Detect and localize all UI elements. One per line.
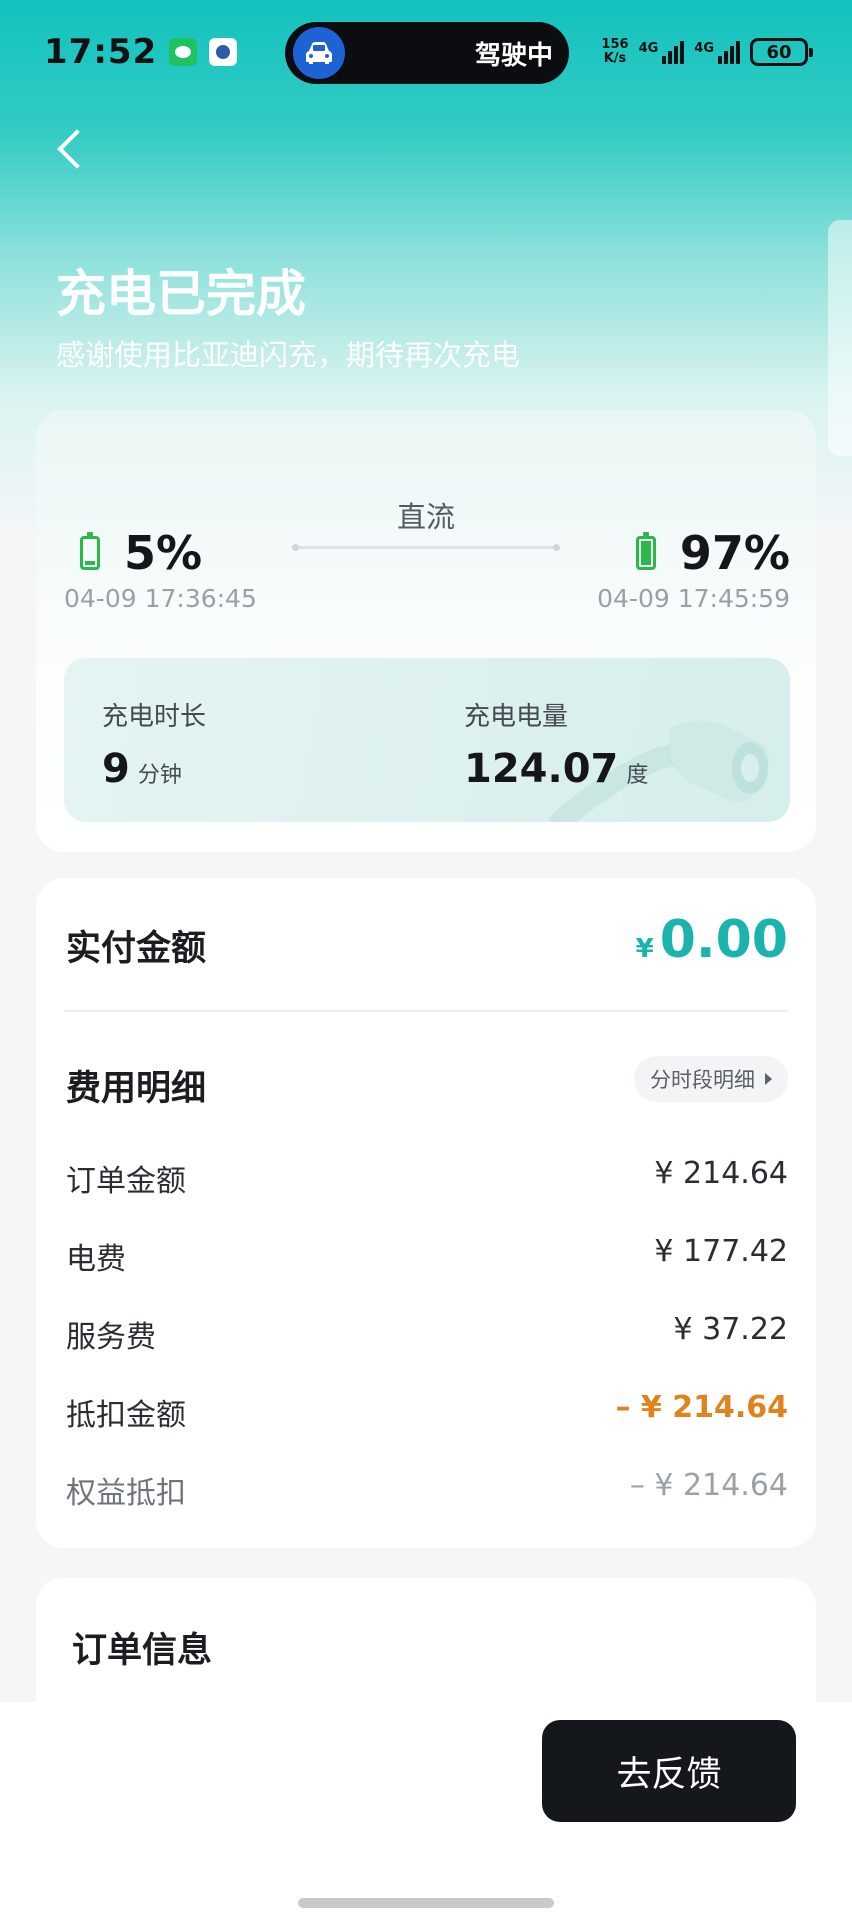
duration-value: 9 分钟 xyxy=(102,746,182,792)
fee-row-value: ¥ 37.22 xyxy=(673,1312,788,1347)
signal-1-icon: 4G xyxy=(638,40,685,64)
charge-stats: 充电时长 9 分钟 充电电量 124.07 度 xyxy=(64,658,790,822)
feedback-button-label: 去反馈 xyxy=(616,1754,722,1795)
bottom-bar: 去反馈 xyxy=(0,1702,852,1920)
energy-unit: 度 xyxy=(626,763,649,788)
start-battery: 5% xyxy=(80,526,202,580)
fee-row-value: – ¥ 214.64 xyxy=(615,1390,788,1425)
duration-number: 9 xyxy=(102,746,130,792)
signal-2-icon: 4G xyxy=(694,40,740,64)
fee-row-value: – ¥ 214.64 xyxy=(629,1468,788,1503)
charge-progress-line xyxy=(292,544,560,551)
battery-level: 60 xyxy=(766,41,792,63)
charge-mode: 直流 xyxy=(396,500,455,534)
duration-label: 充电时长 xyxy=(102,702,207,732)
fee-row-order-amount: 订单金额 ¥ 214.64 xyxy=(66,1156,788,1200)
fee-row-value: ¥ 177.42 xyxy=(654,1234,788,1269)
order-info-title: 订单信息 xyxy=(72,1631,213,1671)
fee-row-value: ¥ 214.64 xyxy=(654,1156,788,1191)
fee-row-label: 订单金额 xyxy=(66,1164,186,1199)
battery-low-icon xyxy=(80,532,100,570)
wechat-icon xyxy=(169,38,198,66)
clock: 17:52 xyxy=(44,32,158,72)
end-percent: 97% xyxy=(679,526,790,580)
fee-row-label: 权益抵扣 xyxy=(66,1476,186,1511)
network-type-1: 4G xyxy=(638,40,659,56)
energy-label: 充电电量 xyxy=(464,702,569,732)
fee-row-label: 电费 xyxy=(66,1242,126,1277)
dynamic-island[interactable]: 驾驶中 xyxy=(285,22,569,84)
paid-amount-label: 实付金额 xyxy=(66,929,207,969)
network-type-2: 4G xyxy=(694,40,714,56)
fee-row-deduction: 抵扣金额 – ¥ 214.64 xyxy=(66,1390,788,1434)
car-icon xyxy=(293,27,345,79)
back-button[interactable] xyxy=(48,124,98,174)
battery-full-icon xyxy=(635,532,656,570)
currency-symbol: ¥ xyxy=(635,934,654,964)
charger-plug-icon xyxy=(550,720,769,822)
fee-row-label: 抵扣金额 xyxy=(66,1398,186,1433)
duration-unit: 分钟 xyxy=(137,763,182,788)
side-handle[interactable] xyxy=(828,220,852,456)
period-detail-label: 分时段明细 xyxy=(650,1068,755,1092)
end-time: 04-09 17:45:59 xyxy=(597,584,790,613)
network-speed: 156 K/s xyxy=(601,38,628,66)
paid-amount-value: 0.00 xyxy=(659,910,788,970)
feedback-button[interactable]: 去反馈 xyxy=(542,1720,796,1822)
fee-row-electricity: 电费 ¥ 177.42 xyxy=(66,1234,788,1278)
start-time: 04-09 17:36:45 xyxy=(64,584,257,613)
period-detail-button[interactable]: 分时段明细 xyxy=(634,1056,788,1102)
status-indicators: 156 K/s 4G 4G 60 xyxy=(601,38,813,66)
fee-row-label: 服务费 xyxy=(66,1320,156,1355)
end-battery: 97% xyxy=(635,526,790,580)
fee-detail-title: 费用明细 xyxy=(66,1069,207,1109)
network-speed-unit: K/s xyxy=(603,51,627,66)
fee-row-service: 服务费 ¥ 37.22 xyxy=(66,1312,788,1356)
energy-number: 124.07 xyxy=(464,746,619,792)
charge-summary-card: 5% 04-09 17:36:45 直流 97% 04-09 17:45:59 … xyxy=(36,410,816,852)
page-title: 充电已完成 xyxy=(56,265,306,323)
fee-row-benefit-deduction: 权益抵扣 – ¥ 214.64 xyxy=(66,1468,788,1512)
network-speed-value: 156 xyxy=(601,37,629,52)
energy-value: 124.07 度 xyxy=(464,746,648,792)
fee-card: 实付金额 ¥ 0.00 费用明细 分时段明细 订单金额 ¥ 214.64 电费 … xyxy=(36,878,816,1548)
map-app-icon xyxy=(209,38,238,66)
battery-icon: 60 xyxy=(750,38,813,66)
divider xyxy=(64,1010,788,1012)
page-subtitle: 感谢使用比亚迪闪充，期待再次充电 xyxy=(56,338,521,372)
paid-amount: ¥ 0.00 xyxy=(636,910,788,970)
island-status-text: 驾驶中 xyxy=(474,40,553,71)
home-indicator[interactable] xyxy=(298,1898,554,1908)
start-percent: 5% xyxy=(124,526,203,580)
